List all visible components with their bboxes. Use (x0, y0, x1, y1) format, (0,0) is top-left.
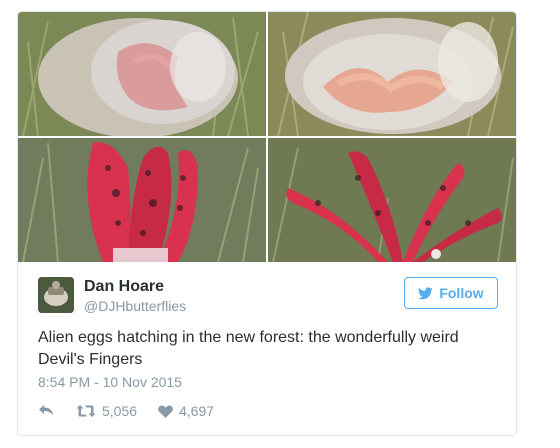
avatar[interactable] (38, 277, 74, 313)
follow-label: Follow (439, 285, 484, 301)
like-button[interactable]: 4,697 (158, 403, 214, 419)
fingers-spread-photo-icon (268, 138, 516, 262)
tweet-timestamp[interactable]: 8:54 PM - 10 Nov 2015 (38, 374, 182, 390)
like-count: 4,697 (179, 403, 215, 419)
photo-1[interactable] (18, 12, 266, 136)
photo-2[interactable] (268, 12, 516, 136)
heart-icon (158, 404, 173, 418)
photo-3[interactable] (18, 138, 266, 262)
reply-icon (39, 405, 53, 415)
follow-button[interactable]: Follow (404, 277, 498, 309)
egg-closed-photo-icon (18, 12, 266, 136)
tweet-author: Dan Hoare @DJHbutterflies Follow (38, 275, 498, 315)
author-handle[interactable]: @DJHbutterflies (84, 298, 186, 314)
twitter-bird-icon (418, 286, 434, 299)
egg-opening-photo-icon (268, 12, 516, 136)
retweet-count: 5,056 (102, 403, 138, 419)
retweet-icon (76, 405, 96, 417)
tweet-card: Dan Hoare @DJHbutterflies Follow Alien e… (17, 11, 517, 436)
profile-photo-icon (38, 277, 74, 313)
retweet-button[interactable]: 5,056 (76, 403, 137, 419)
tweet-text: Alien eggs hatching in the new forest: t… (38, 329, 459, 368)
fingers-emerging-photo-icon (18, 138, 266, 262)
photo-grid (18, 12, 516, 262)
tweet-actions: 5,056 4,697 (38, 403, 338, 423)
reply-button[interactable] (38, 403, 54, 417)
photo-4[interactable] (268, 138, 516, 262)
author-display-name[interactable]: Dan Hoare (84, 278, 164, 296)
